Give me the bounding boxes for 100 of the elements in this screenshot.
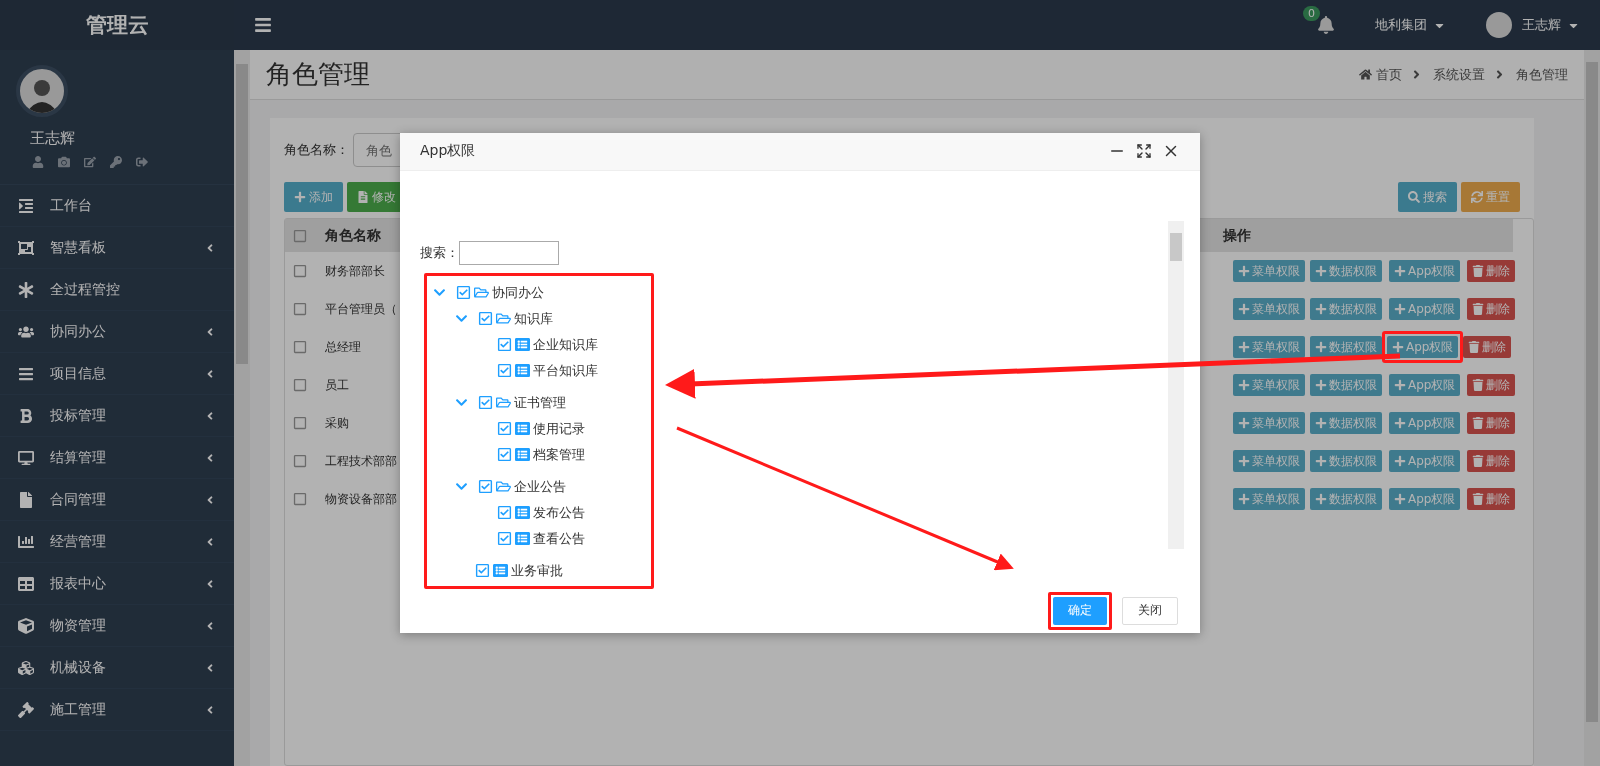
tree-node[interactable]: 知识库 bbox=[433, 305, 651, 332]
action-button[interactable]: 数据权限 bbox=[1310, 450, 1382, 472]
action-button[interactable]: 数据权限 bbox=[1310, 488, 1382, 510]
folder-icon bbox=[496, 311, 511, 326]
action-button[interactable]: 删除 bbox=[1467, 488, 1516, 510]
tree-node[interactable]: 使用记录 bbox=[433, 415, 651, 442]
action-button[interactable]: 删除 bbox=[1463, 336, 1512, 358]
tree-node[interactable]: 协同办公 bbox=[433, 279, 651, 306]
action-button[interactable]: 菜单权限 bbox=[1233, 488, 1305, 510]
user-dropdown[interactable]: 王志辉 bbox=[1486, 12, 1580, 38]
menu-icon[interactable] bbox=[254, 16, 272, 34]
app-logo: 管理云 bbox=[0, 0, 234, 50]
plus-icon bbox=[1394, 455, 1406, 467]
action-button[interactable]: 菜单权限 bbox=[1233, 298, 1305, 320]
scrollbar-thumb[interactable] bbox=[236, 64, 248, 364]
checked-box-icon[interactable] bbox=[497, 531, 512, 546]
plus-icon bbox=[1315, 265, 1327, 277]
breadcrumb-link[interactable]: 首页 bbox=[1376, 65, 1402, 84]
toolbar-button[interactable]: 添加 bbox=[284, 182, 343, 212]
key-icon[interactable] bbox=[110, 156, 122, 171]
plus-icon bbox=[1238, 303, 1250, 315]
plus-icon bbox=[1315, 303, 1327, 315]
avatar bbox=[1486, 12, 1512, 38]
toolbar-button[interactable]: 搜索 bbox=[1398, 182, 1457, 212]
tree-node[interactable]: 企业公告 bbox=[433, 473, 651, 500]
action-button[interactable]: 菜单权限 bbox=[1233, 260, 1305, 282]
action-button[interactable]: 数据权限 bbox=[1310, 374, 1382, 396]
action-button[interactable]: App权限 bbox=[1389, 488, 1461, 510]
dialog-button[interactable]: 确定 bbox=[1053, 596, 1107, 625]
menu-item-icon bbox=[18, 575, 36, 592]
tree-node[interactable]: 业务审批 bbox=[433, 557, 651, 584]
action-button[interactable]: App权限 bbox=[1389, 450, 1461, 472]
maximize-icon[interactable] bbox=[1136, 143, 1152, 160]
list-icon bbox=[515, 447, 530, 462]
plus-icon bbox=[1238, 341, 1250, 353]
action-button[interactable]: 删除 bbox=[1467, 298, 1516, 320]
bell-icon[interactable] bbox=[1317, 16, 1335, 34]
breadcrumb-link[interactable]: 系统设置 bbox=[1433, 65, 1485, 84]
tree-node[interactable]: 发布公告 bbox=[433, 499, 651, 526]
action-button[interactable]: 删除 bbox=[1467, 374, 1516, 396]
action-button[interactable]: App权限 bbox=[1387, 336, 1459, 358]
list-icon bbox=[515, 531, 530, 546]
action-button[interactable]: 菜单权限 bbox=[1233, 374, 1305, 396]
checked-box-icon[interactable] bbox=[478, 479, 493, 494]
action-button[interactable]: 删除 bbox=[1467, 412, 1516, 434]
table-cell: 物资设备部部 bbox=[325, 490, 397, 508]
table-cell: 财务部部长 bbox=[325, 262, 385, 280]
checked-box-icon[interactable] bbox=[456, 285, 471, 300]
action-button[interactable]: 菜单权限 bbox=[1233, 450, 1305, 472]
tree-node[interactable]: 证书管理 bbox=[433, 389, 651, 416]
action-button[interactable]: 数据权限 bbox=[1310, 336, 1382, 358]
sidebar-item[interactable]: 物资管理 bbox=[0, 605, 234, 647]
tree-node[interactable]: 企业知识库 bbox=[433, 331, 651, 358]
sidebar-item[interactable]: 报表中心 bbox=[0, 563, 234, 605]
plus-icon bbox=[1394, 303, 1406, 315]
action-button[interactable]: 数据权限 bbox=[1310, 260, 1382, 282]
menu-item-icon bbox=[18, 239, 36, 256]
action-button[interactable]: 删除 bbox=[1467, 450, 1516, 472]
checked-box-icon[interactable] bbox=[497, 421, 512, 436]
checked-box-icon[interactable] bbox=[478, 395, 493, 410]
company-dropdown[interactable]: 地利集团 bbox=[1375, 16, 1446, 34]
column-header: 操作 bbox=[1222, 226, 1251, 245]
folder-icon bbox=[496, 395, 511, 410]
trash-icon bbox=[1472, 303, 1485, 315]
user-icon[interactable] bbox=[32, 156, 44, 171]
checked-box-icon[interactable] bbox=[478, 311, 493, 326]
action-button[interactable]: 删除 bbox=[1467, 260, 1516, 282]
menu-item-icon bbox=[18, 197, 36, 214]
notification-badge: 0 bbox=[1303, 6, 1320, 21]
action-button[interactable]: App权限 bbox=[1389, 260, 1461, 282]
plus-icon bbox=[1315, 417, 1327, 429]
search-field[interactable] bbox=[459, 240, 559, 265]
trash-icon bbox=[1472, 417, 1485, 429]
tree-node[interactable]: 档案管理 bbox=[433, 441, 651, 468]
toolbar-button[interactable]: 重置 bbox=[1461, 182, 1520, 212]
checked-box-icon[interactable] bbox=[475, 563, 490, 578]
checked-box-icon[interactable] bbox=[497, 447, 512, 462]
tree-node[interactable]: 查看公告 bbox=[433, 525, 651, 552]
sidebar-item[interactable]: 智慧看板 bbox=[0, 227, 234, 269]
checked-box-icon[interactable] bbox=[497, 337, 512, 352]
page-title: 角色管理 bbox=[266, 58, 370, 91]
dialog-button[interactable]: 关闭 bbox=[1122, 596, 1178, 625]
checked-box-icon[interactable] bbox=[497, 363, 512, 378]
sidebar-item[interactable]: 合同管理 bbox=[0, 479, 234, 521]
scrollbar-thumb[interactable] bbox=[1170, 232, 1182, 261]
action-button[interactable]: 菜单权限 bbox=[1233, 412, 1305, 434]
action-button[interactable]: App权限 bbox=[1389, 298, 1461, 320]
table-cell: 总经理 bbox=[325, 338, 361, 356]
action-button[interactable]: 数据权限 bbox=[1310, 412, 1382, 434]
action-button[interactable]: 数据权限 bbox=[1310, 298, 1382, 320]
action-button[interactable]: App权限 bbox=[1389, 412, 1461, 434]
action-button[interactable]: App权限 bbox=[1389, 374, 1461, 396]
checked-box-icon[interactable] bbox=[497, 505, 512, 520]
plus-icon bbox=[294, 191, 306, 203]
dialog-title: App权限 bbox=[420, 142, 476, 161]
tree-node[interactable]: 平台知识库 bbox=[433, 357, 651, 384]
action-button[interactable]: 菜单权限 bbox=[1233, 336, 1305, 358]
trash-icon bbox=[1472, 455, 1485, 467]
plus-icon bbox=[1394, 493, 1406, 505]
scrollbar-thumb[interactable] bbox=[1586, 62, 1598, 722]
